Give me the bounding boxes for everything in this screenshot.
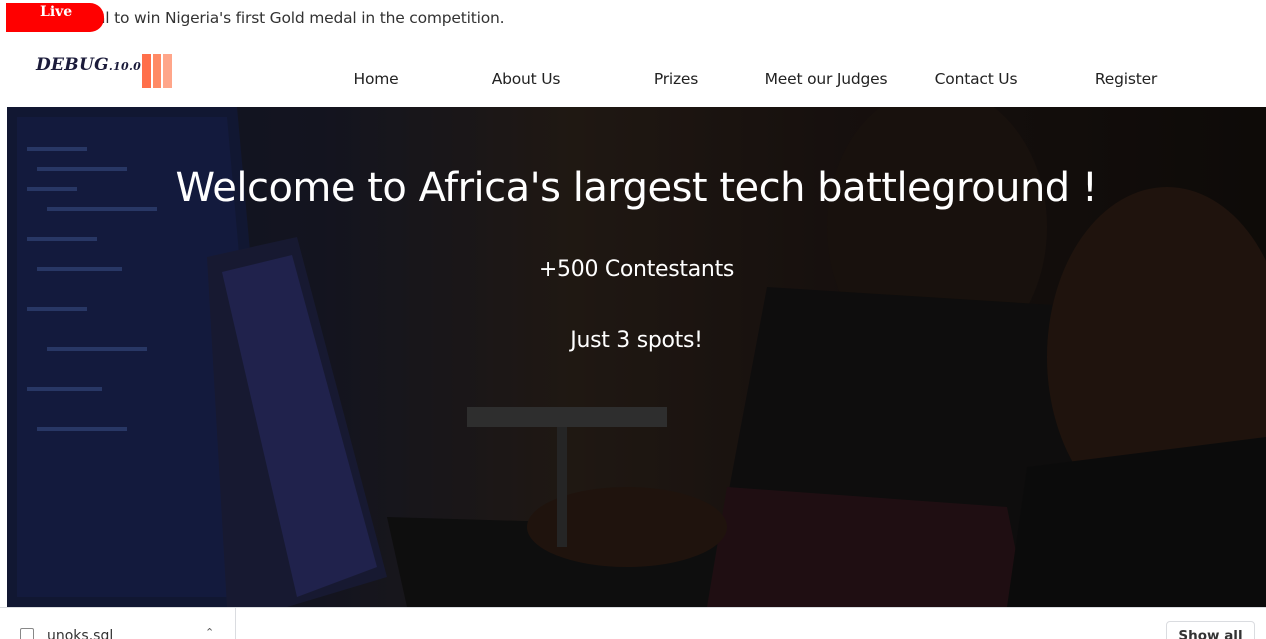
nav-meet-our-judges[interactable]: Meet our Judges: [751, 70, 901, 88]
hero-title: Welcome to Africa's largest tech battleg…: [175, 165, 1098, 211]
live-badge: Live: [6, 3, 104, 32]
news-ticker: al to win Nigeria's first Gold medal in …: [0, 0, 1266, 38]
download-bar: unoks.sql ⌃ Show all: [0, 607, 1266, 639]
hero-contestants: +500 Contestants: [538, 257, 735, 282]
ticker-text: al to win Nigeria's first Gold medal in …: [96, 9, 505, 27]
nav-about-us[interactable]: About Us: [451, 70, 601, 88]
hero-spots: Just 3 spots!: [570, 328, 703, 353]
download-file-name: unoks.sql: [47, 628, 114, 639]
nav-contact-us[interactable]: Contact Us: [901, 70, 1051, 88]
download-item[interactable]: unoks.sql ⌃: [0, 608, 236, 639]
site-header: DEBUG.10.0 Home About Us Prizes Meet our…: [0, 38, 1266, 107]
show-all-button[interactable]: Show all: [1166, 621, 1255, 639]
nav-register[interactable]: Register: [1051, 70, 1201, 88]
hero-banner: Welcome to Africa's largest tech battleg…: [7, 107, 1266, 607]
chevron-up-icon[interactable]: ⌃: [205, 626, 214, 639]
nav-home[interactable]: Home: [301, 70, 451, 88]
nav-prizes[interactable]: Prizes: [601, 70, 751, 88]
file-icon: [20, 628, 34, 639]
main-nav: Home About Us Prizes Meet our Judges Con…: [0, 70, 1266, 94]
